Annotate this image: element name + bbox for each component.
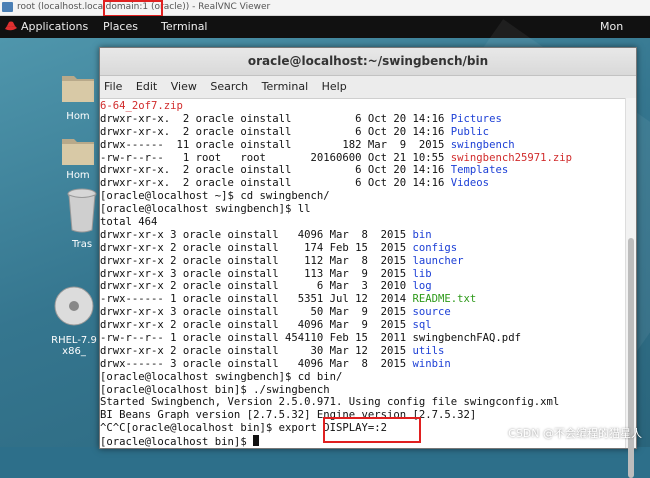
- rhel-disc-icon[interactable]: RHEL-7.9 x86_: [45, 286, 103, 357]
- desktop-icon-label: Hom: [66, 170, 90, 181]
- applications-menu[interactable]: Applications: [21, 16, 88, 38]
- terminal-line: [oracle@localhost swingbench]$ cd bin/: [100, 370, 343, 383]
- folder-icon: [62, 76, 94, 102]
- menu-help[interactable]: Help: [322, 80, 347, 93]
- terminal-line: drwxr-xr-x. 2 oracle oinstall 6 Oct 20 1…: [100, 177, 490, 190]
- terminal-line: drwxr-xr-x 3 oracle oinstall 4096 Mar 8 …: [100, 228, 432, 241]
- menu-search[interactable]: Search: [210, 80, 248, 93]
- terminal-line: drwxr-xr-x 2 oracle oinstall 6 Mar 3 201…: [100, 280, 432, 293]
- terminal-line: drwxr-xr-x 2 oracle oinstall 112 Mar 8 2…: [100, 254, 464, 267]
- csdn-watermark: CSDN @不会编程的猫星人: [508, 427, 642, 440]
- desktop-icon-label: Tras: [71, 239, 93, 250]
- terminal-window[interactable]: oracle@localhost:~/swingbench/bin File E…: [99, 47, 637, 478]
- terminal-line: [oracle@localhost bin]$ ./swingbench: [100, 383, 330, 396]
- terminal-line: drwxr-xr-x 2 oracle oinstall 174 Feb 15 …: [100, 241, 458, 254]
- highlight-box-oracle: [103, 0, 163, 17]
- terminal-title-bar[interactable]: oracle@localhost:~/swingbench/bin: [100, 48, 636, 76]
- vnc-title-bar: root (localhost.localdomain:1 (oracle)) …: [0, 0, 650, 16]
- menu-edit[interactable]: Edit: [136, 80, 157, 93]
- desktop-icon-label: RHEL-7.9: [51, 335, 97, 346]
- disc-icon: [54, 286, 94, 326]
- terminal-line: -rw-r--r-- 1 root root 20160600 Oct 21 1…: [100, 151, 572, 164]
- places-menu[interactable]: Places: [103, 16, 138, 38]
- terminal-line: 6-64_2of7.zip: [100, 100, 183, 112]
- terminal-output[interactable]: 6-64_2of7.zip drwxr-xr-x. 2 oracle oinsta…: [100, 98, 626, 448]
- menu-terminal[interactable]: Terminal: [262, 80, 309, 93]
- terminal-line: drwx------ 3 oracle oinstall 4096 Mar 8 …: [100, 357, 451, 370]
- terminal-line: Started Swingbench, Version 2.5.0.971. U…: [100, 396, 560, 409]
- highlight-box-display: [323, 417, 421, 443]
- terminal-line: total 464: [100, 216, 158, 229]
- terminal-line: drwxr-xr-x 3 oracle oinstall 50 Mar 9 20…: [100, 306, 451, 319]
- scrollbar-thumb[interactable]: [628, 238, 634, 478]
- terminal-menubar: File Edit View Search Terminal Help: [100, 76, 636, 99]
- redhat-icon: [5, 21, 17, 31]
- terminal-title: oracle@localhost:~/swingbench/bin: [247, 54, 489, 68]
- terminal-line: drwxr-xr-x 2 oracle oinstall 4096 Mar 9 …: [100, 319, 432, 332]
- trash-can-icon: [67, 188, 97, 233]
- vnc-app-icon: [2, 2, 13, 12]
- top-panel: Applications Places Terminal Mon 13:2: [0, 16, 650, 55]
- terminal-line: drwxr-xr-x 2 oracle oinstall 30 Mar 12 2…: [100, 344, 445, 357]
- home-folder-icon[interactable]: Hom: [58, 70, 98, 122]
- terminal-line: drwxr-xr-x. 2 oracle oinstall 6 Oct 20 1…: [100, 164, 509, 177]
- terminal-scrollbar[interactable]: [625, 98, 636, 478]
- menu-file[interactable]: File: [104, 80, 122, 93]
- folder-icon: [62, 139, 94, 165]
- trash-icon[interactable]: Tras: [62, 188, 102, 250]
- terminal-line: -rw-r--r-- 1 oracle oinstall 454110 Feb …: [100, 332, 521, 345]
- terminal-line: [oracle@localhost swingbench]$ ll: [100, 203, 311, 216]
- desktop-icon-label: x86_: [62, 346, 86, 357]
- terminal-line: drwxr-xr-x 3 oracle oinstall 113 Mar 9 2…: [100, 267, 432, 280]
- home-folder-icon-2[interactable]: Hom: [58, 133, 98, 181]
- menu-view[interactable]: View: [171, 80, 197, 93]
- terminal-line: -rwx------ 1 oracle oinstall 5351 Jul 12…: [100, 293, 477, 306]
- desktop-icon-label: Hom: [66, 111, 90, 122]
- terminal-line: drwxr-xr-x. 2 oracle oinstall 6 Oct 20 1…: [100, 112, 502, 125]
- terminal-line: drwx------ 11 oracle oinstall 182 Mar 9 …: [100, 138, 515, 151]
- terminal-app-menu[interactable]: Terminal: [161, 16, 208, 38]
- terminal-line: [oracle@localhost ~]$ cd swingbench/: [100, 190, 330, 203]
- terminal-cursor: [253, 435, 260, 447]
- terminal-line: drwxr-xr-x. 2 oracle oinstall 6 Oct 20 1…: [100, 125, 490, 138]
